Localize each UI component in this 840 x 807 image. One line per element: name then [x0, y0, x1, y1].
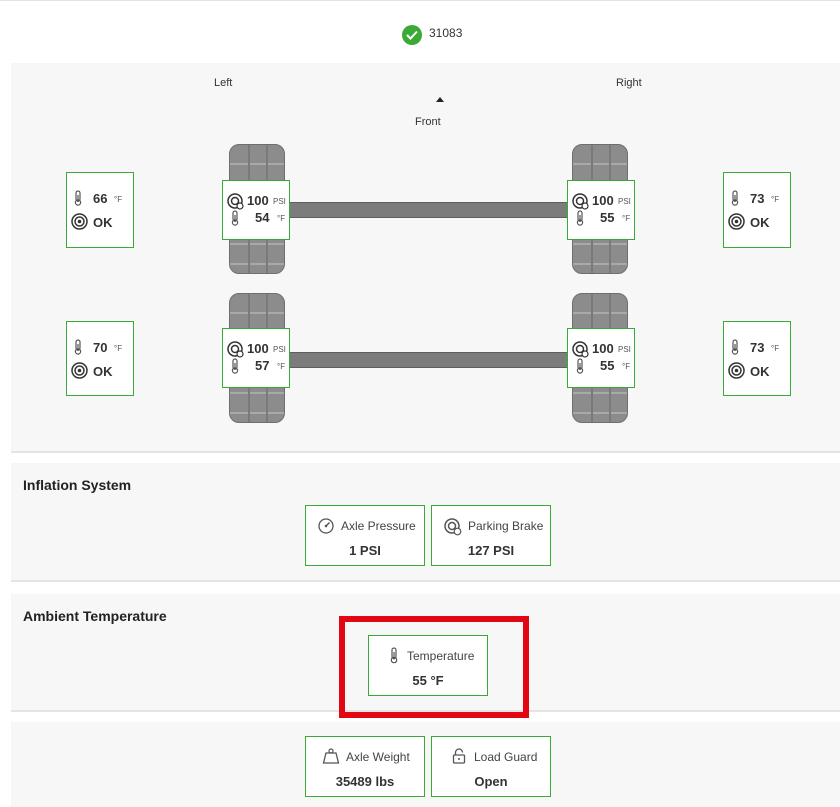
- outer-tire-card-right-2[interactable]: 73 °F OK: [723, 321, 791, 396]
- outer-tire-card-right-1[interactable]: 73 °F OK: [723, 172, 791, 248]
- parking-brake-card[interactable]: Parking Brake 127 PSI: [431, 505, 551, 566]
- tire-pressure: 100: [247, 193, 269, 208]
- ambient-title: Ambient Temperature: [23, 608, 167, 624]
- thermometer-icon: [74, 190, 82, 206]
- temp-unit: °F: [622, 362, 631, 371]
- tire-status: OK: [93, 215, 113, 230]
- front-label: Front: [415, 116, 441, 128]
- unit-header: 31083: [0, 0, 840, 64]
- unlock-icon: [452, 748, 466, 764]
- load-panel: Axle Weight 35489 lbs Load Guard Open: [11, 722, 840, 807]
- thermometer-icon: [576, 210, 584, 226]
- tire-temp: 70: [93, 340, 108, 355]
- load-guard-value: Open: [474, 774, 508, 789]
- thermometer-icon: [74, 339, 82, 355]
- front-arrow-icon: [436, 97, 444, 102]
- tire-status-icon: [71, 213, 88, 230]
- check-circle-icon: [402, 25, 422, 45]
- thermometer-icon: [576, 358, 584, 374]
- tire-status-icon: [728, 362, 745, 379]
- left-label: Left: [214, 77, 233, 89]
- tire-temp: 57: [255, 358, 270, 373]
- tire-temp: 54: [255, 210, 270, 225]
- axle-bar: [289, 352, 579, 368]
- tire-temp: 55: [600, 358, 615, 373]
- axle-weight-card[interactable]: Axle Weight 35489 lbs: [305, 736, 425, 797]
- inflation-title: Inflation System: [23, 477, 132, 493]
- tire-temp: 73: [750, 191, 765, 206]
- temp-unit: °F: [771, 195, 780, 204]
- pressure-unit: PSI: [273, 345, 286, 354]
- tire-pressure-icon: [227, 193, 244, 210]
- temp-unit: °F: [771, 344, 780, 353]
- tire-pressure-icon: [572, 341, 589, 358]
- temp-unit: °F: [114, 195, 123, 204]
- gauge-icon: [318, 518, 334, 534]
- temp-unit: °F: [277, 362, 286, 371]
- tire-pressure: 100: [592, 341, 614, 356]
- tire-diagram-panel: Left Right Front 66 °F OK 100 PSI 54 °F: [11, 63, 840, 451]
- axle-bar: [289, 202, 579, 218]
- pressure-unit: PSI: [273, 197, 286, 206]
- unit-id: 31083: [429, 26, 463, 40]
- inner-tire-card-left-2[interactable]: 100 PSI 57 °F: [222, 328, 290, 388]
- temp-unit: °F: [277, 214, 286, 223]
- outer-tire-card-left-1[interactable]: 66 °F OK: [66, 172, 134, 248]
- tire-pressure-icon: [572, 193, 589, 210]
- axle-weight-value: 35489 lbs: [335, 774, 395, 789]
- highlight-box: [339, 616, 529, 718]
- tire-status: OK: [750, 215, 770, 230]
- parking-brake-value: 127 PSI: [467, 543, 515, 558]
- tire-status-icon: [728, 213, 745, 230]
- tire-status: OK: [750, 364, 770, 379]
- brake-icon: [444, 518, 462, 536]
- thermometer-icon: [231, 358, 239, 374]
- pressure-unit: PSI: [618, 197, 631, 206]
- load-guard-label: Load Guard: [474, 750, 538, 764]
- inner-tire-card-right-1[interactable]: 100 PSI 55 °F: [567, 180, 635, 240]
- outer-tire-card-left-2[interactable]: 70 °F OK: [66, 321, 134, 396]
- tire-status: OK: [93, 364, 113, 379]
- temp-unit: °F: [622, 214, 631, 223]
- inner-tire-card-left-1[interactable]: 100 PSI 54 °F: [222, 180, 290, 240]
- tire-pressure: 100: [592, 193, 614, 208]
- thermometer-icon: [231, 210, 239, 226]
- tire-status-icon: [71, 362, 88, 379]
- tire-temp: 55: [600, 210, 615, 225]
- axle-weight-label: Axle Weight: [346, 750, 410, 764]
- tire-pressure-icon: [227, 341, 244, 358]
- thermometer-icon: [731, 190, 739, 206]
- inner-tire-card-right-2[interactable]: 100 PSI 55 °F: [567, 328, 635, 388]
- pressure-unit: PSI: [618, 345, 631, 354]
- tire-temp: 73: [750, 340, 765, 355]
- tire-temp: 66: [93, 191, 108, 206]
- section-divider: [11, 580, 840, 582]
- load-guard-card[interactable]: Load Guard Open: [431, 736, 551, 797]
- parking-brake-label: Parking Brake: [468, 519, 544, 533]
- right-label: Right: [616, 77, 642, 89]
- axle-pressure-value: 1 PSI: [349, 543, 381, 558]
- weight-icon: [322, 748, 340, 764]
- temp-unit: °F: [114, 344, 123, 353]
- axle-pressure-card[interactable]: Axle Pressure 1 PSI: [305, 505, 425, 566]
- section-divider: [11, 451, 840, 453]
- axle-pressure-label: Axle Pressure: [341, 519, 416, 533]
- inflation-system-panel: Inflation System Axle Pressure 1 PSI Par…: [11, 463, 840, 580]
- tire-pressure: 100: [247, 341, 269, 356]
- thermometer-icon: [731, 339, 739, 355]
